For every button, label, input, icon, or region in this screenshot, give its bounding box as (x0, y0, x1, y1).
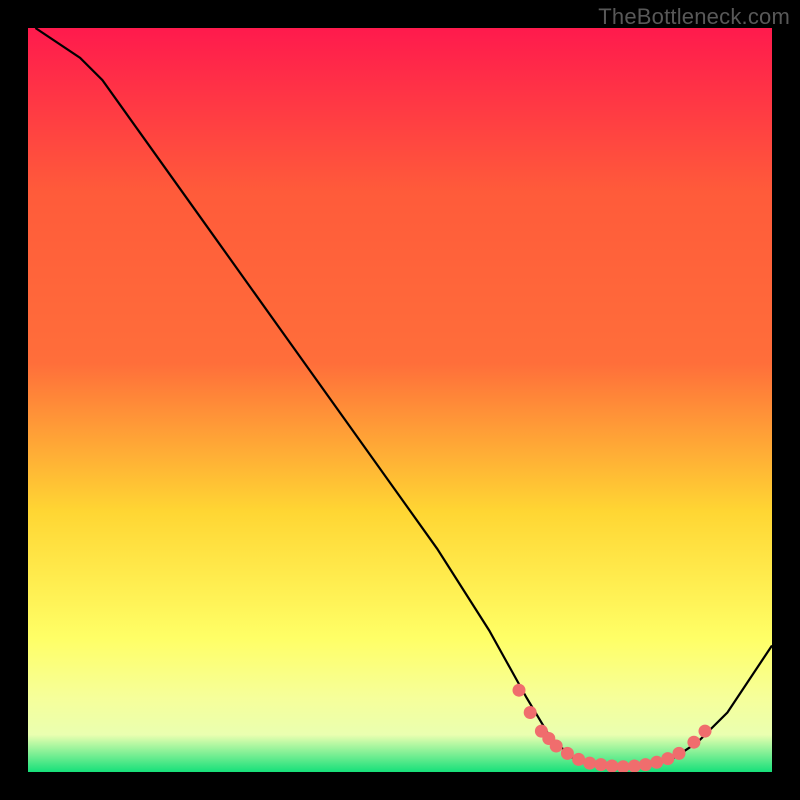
scatter-dot (594, 758, 607, 771)
scatter-dot (550, 740, 563, 753)
chart-frame: TheBottleneck.com (0, 0, 800, 800)
scatter-dot (583, 757, 596, 770)
scatter-dot (561, 747, 574, 760)
scatter-dot (639, 758, 652, 771)
scatter-dot (687, 736, 700, 749)
scatter-dot (673, 747, 686, 760)
scatter-dot (628, 760, 641, 773)
scatter-dot (524, 706, 537, 719)
plot-background (28, 28, 772, 772)
scatter-dot (606, 760, 619, 773)
scatter-dot (650, 756, 663, 769)
scatter-dot (513, 684, 526, 697)
scatter-dot (617, 760, 630, 773)
scatter-dot (572, 753, 585, 766)
scatter-dot (699, 725, 712, 738)
watermark-text: TheBottleneck.com (598, 4, 790, 30)
scatter-dot (661, 752, 674, 765)
chart-canvas (0, 0, 800, 800)
